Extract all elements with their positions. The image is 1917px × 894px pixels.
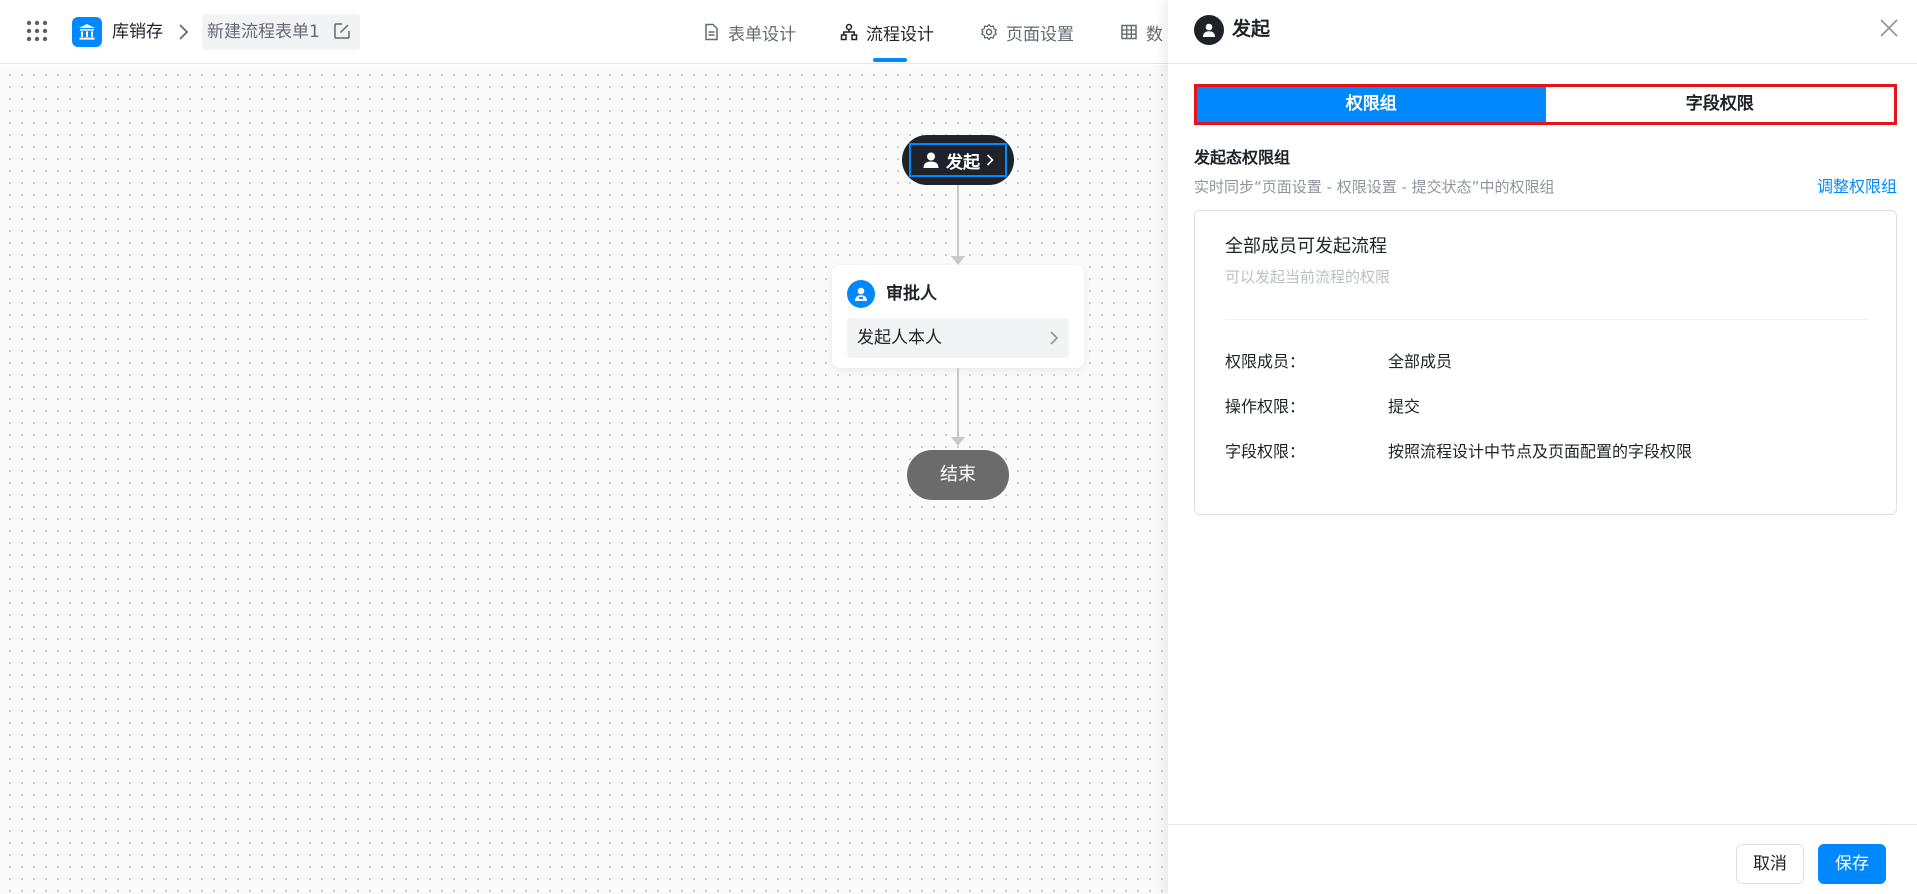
- edit-icon[interactable]: [333, 22, 351, 40]
- node-settings-panel: 发起 权限组 字段权限 发起态权限组 实时同步“页面设置 - 权限设置 - 提交…: [1168, 0, 1917, 894]
- section-description: 实时同步“页面设置 - 权限设置 - 提交状态”中的权限组: [1194, 178, 1555, 196]
- start-node[interactable]: 发起: [902, 135, 1014, 185]
- approver-title: 审批人: [886, 284, 937, 304]
- permission-tabs: 权限组 字段权限: [1194, 84, 1897, 125]
- chevron-right-icon: [179, 24, 189, 40]
- tab-data[interactable]: 数: [1120, 18, 1163, 46]
- approver-user-icon: [847, 280, 875, 308]
- permission-row-label: 字段权限：: [1225, 442, 1306, 461]
- approver-value[interactable]: 发起人本人: [847, 318, 1069, 358]
- close-icon[interactable]: [1879, 18, 1899, 38]
- document-icon: [705, 23, 718, 41]
- end-node-label: 结束: [940, 464, 976, 485]
- start-node-selection: 发起: [909, 143, 1007, 177]
- approver-value-text: 发起人本人: [857, 328, 942, 348]
- gear-icon: [981, 23, 997, 41]
- tab-flow-design-label: 流程设计: [866, 24, 934, 45]
- permission-group-card: 全部成员可发起流程 可以发起当前流程的权限 权限成员： 全部成员 操作权限： 提…: [1194, 210, 1897, 515]
- flow-canvas[interactable]: 发起 审批人 发起人本人 结束: [0, 65, 1168, 894]
- building-icon: [79, 24, 95, 40]
- app-logo[interactable]: [72, 17, 102, 47]
- divider: [1225, 319, 1868, 320]
- section-title: 发起态权限组: [1194, 148, 1291, 167]
- save-button[interactable]: 保存: [1818, 844, 1886, 884]
- tab-data-label: 数: [1146, 24, 1163, 45]
- tab-permission-group[interactable]: 权限组: [1197, 87, 1546, 122]
- app-name[interactable]: 库销存: [112, 20, 163, 44]
- user-icon: [923, 152, 939, 168]
- adjust-permission-group-link[interactable]: 调整权限组: [1817, 176, 1897, 198]
- permission-group-description: 可以发起当前流程的权限: [1225, 268, 1391, 286]
- tab-page-settings[interactable]: 页面设置: [980, 18, 1074, 46]
- permission-row-value: 全部成员: [1388, 352, 1453, 371]
- user-avatar-icon: [1194, 15, 1224, 45]
- panel-title: 发起: [1232, 18, 1271, 40]
- chevron-right-icon: [1050, 331, 1059, 345]
- cancel-button[interactable]: 取消: [1736, 844, 1804, 884]
- grid-dots-icon[interactable]: [26, 20, 48, 42]
- form-title-text: 新建流程表单1: [207, 22, 320, 42]
- arrow-down-icon: [951, 437, 965, 446]
- arrow-down-icon: [951, 256, 965, 265]
- permission-row-value: 提交: [1388, 397, 1421, 416]
- approver-node[interactable]: 审批人 发起人本人: [832, 265, 1084, 368]
- tab-page-settings-label: 页面设置: [1006, 24, 1074, 45]
- start-node-label: 发起: [946, 152, 980, 173]
- permission-row-label: 权限成员：: [1225, 352, 1306, 371]
- flow-icon: [840, 23, 858, 41]
- permission-group-name: 全部成员可发起流程: [1225, 236, 1387, 257]
- tab-form-design[interactable]: 表单设计: [702, 18, 796, 46]
- tab-field-permission[interactable]: 字段权限: [1546, 87, 1895, 122]
- tab-form-design-label: 表单设计: [728, 24, 796, 45]
- permission-row-value: 按照流程设计中节点及页面配置的字段权限: [1388, 442, 1693, 461]
- active-tab-indicator: [873, 58, 907, 62]
- connector-line: [957, 368, 959, 438]
- chevron-right-icon: [986, 154, 994, 166]
- table-icon: [1121, 24, 1137, 40]
- panel-footer: 取消 保存: [1168, 824, 1917, 894]
- permission-row-label: 操作权限：: [1225, 397, 1306, 416]
- connector-line: [957, 185, 959, 257]
- end-node[interactable]: 结束: [907, 450, 1009, 500]
- tab-flow-design[interactable]: 流程设计: [840, 18, 934, 46]
- panel-header: 发起: [1168, 0, 1917, 64]
